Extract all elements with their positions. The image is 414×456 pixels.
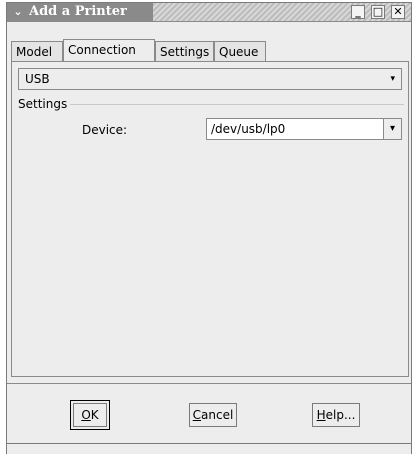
connection-panel: USB ▾ Settings Device: /dev/usb/lp0 ▾ — [11, 61, 409, 377]
close-button[interactable]: ✕ — [391, 5, 405, 19]
connection-type-select[interactable]: USB ▾ — [18, 68, 402, 90]
cancel-mnemonic: C — [192, 408, 202, 422]
chevron-down-icon[interactable]: ⌄ — [11, 5, 25, 19]
window-bottom-edge — [7, 443, 411, 454]
help-mnemonic: H — [316, 408, 326, 422]
group-divider — [70, 104, 404, 105]
ok-button[interactable]: OK — [70, 400, 110, 430]
chevron-down-icon: ▾ — [390, 74, 395, 84]
maximize-button[interactable]: □ — [371, 5, 385, 19]
tab-model[interactable]: Model — [11, 41, 63, 61]
button-area-divider — [7, 383, 411, 384]
help-button[interactable]: Help... — [312, 403, 360, 427]
tab-settings[interactable]: Settings — [155, 41, 214, 61]
connection-type-value: USB — [25, 72, 50, 86]
add-printer-window: ⌄ Add a Printer _ □ ✕ Model Connection S… — [6, 2, 412, 454]
device-select[interactable]: /dev/usb/lp0 ▾ — [206, 118, 402, 140]
tab-queue[interactable]: Queue — [214, 41, 266, 61]
ok-label: K — [90, 408, 99, 422]
cancel-button[interactable]: Cancel — [189, 403, 237, 427]
tab-connection[interactable]: Connection — [63, 39, 155, 62]
minimize-button[interactable]: _ — [351, 5, 365, 19]
help-label: elp... — [325, 408, 356, 422]
title-bar[interactable]: ⌄ Add a Printer _ □ ✕ — [7, 3, 411, 22]
settings-group-label: Settings — [18, 97, 68, 111]
device-value[interactable]: /dev/usb/lp0 — [211, 119, 285, 139]
window-title: Add a Printer — [29, 4, 127, 19]
device-label: Device: — [82, 123, 128, 137]
chevron-down-icon[interactable]: ▾ — [383, 119, 401, 139]
ok-mnemonic: O — [81, 408, 91, 422]
cancel-label: ancel — [201, 408, 234, 422]
